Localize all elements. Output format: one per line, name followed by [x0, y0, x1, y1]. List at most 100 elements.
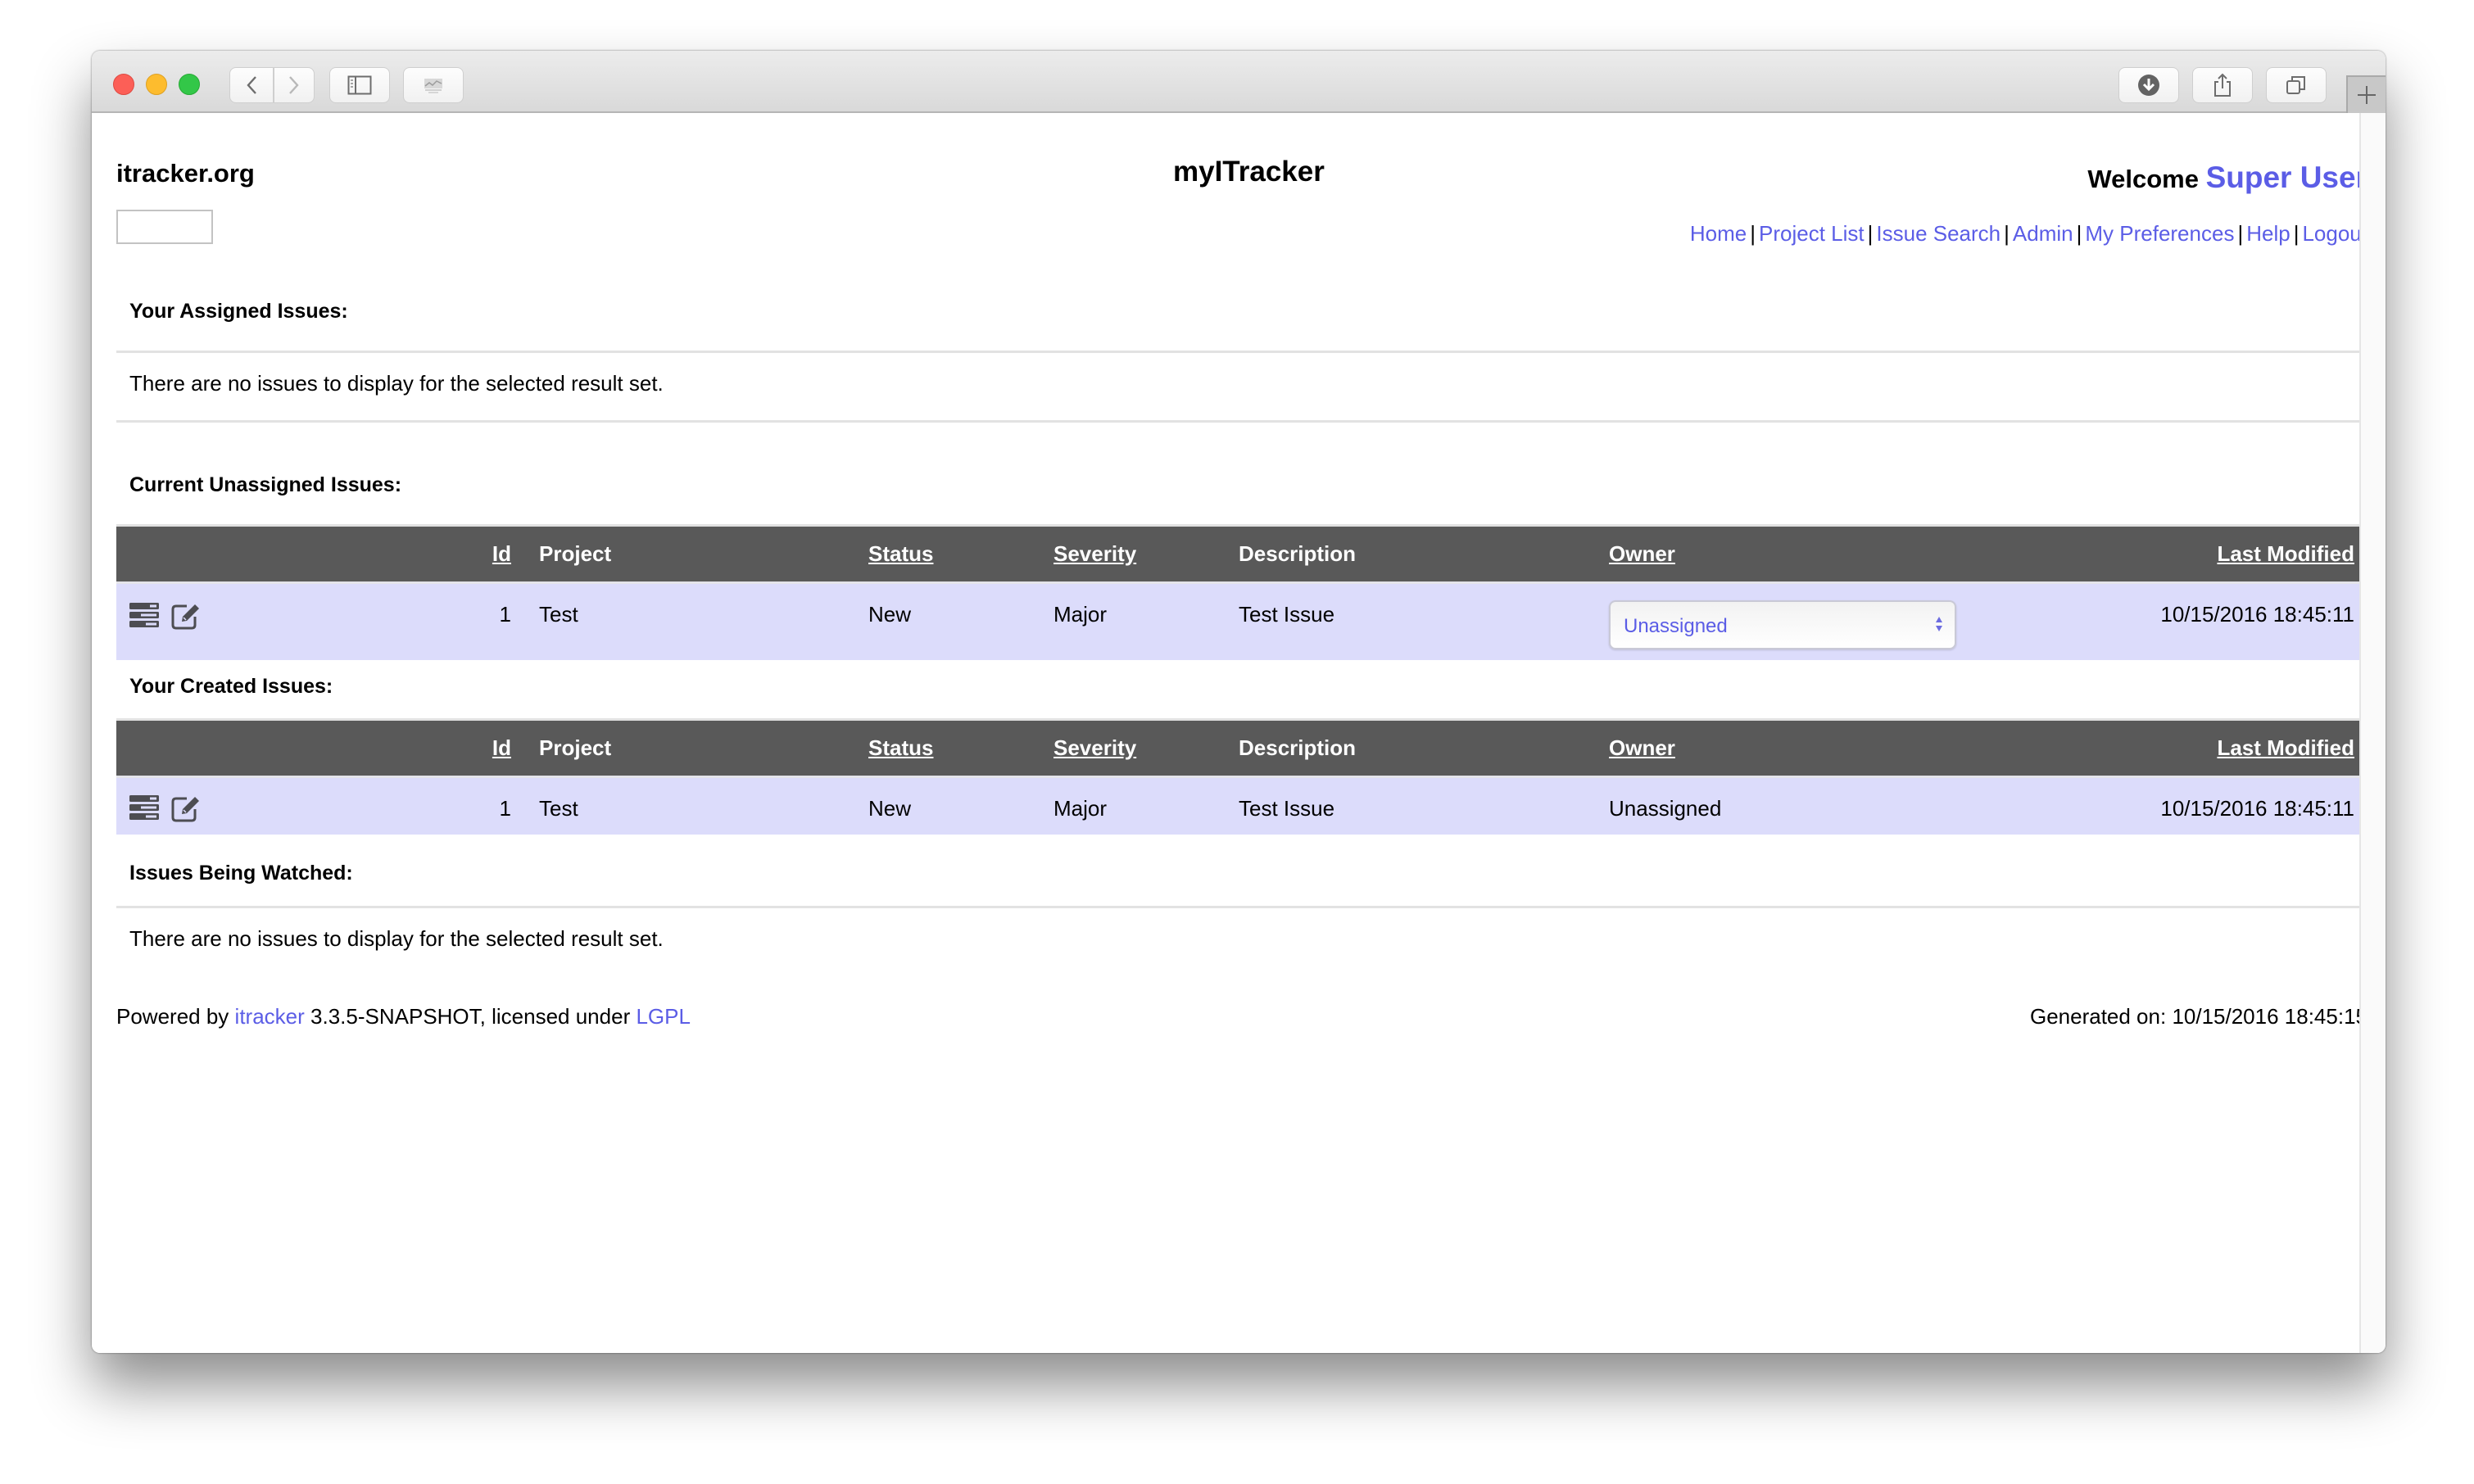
chevron-right-icon [289, 76, 299, 94]
close-window-button[interactable] [113, 74, 134, 95]
section-title: Your Assigned Issues: [129, 300, 348, 323]
id-column-header[interactable]: Id [477, 720, 511, 777]
nav-separator: | [1867, 221, 1874, 246]
nav-admin[interactable]: Admin [2013, 221, 2073, 246]
back-button[interactable] [229, 67, 274, 103]
browser-window: itracker.org myITracker Welcome Super Us… [92, 51, 2386, 1353]
issue-owner-cell: Unassigned [1609, 583, 1966, 660]
id-column-header[interactable]: Id [477, 526, 511, 583]
logo-placeholder [116, 210, 213, 244]
status-column-header[interactable]: Status [868, 720, 1053, 777]
nav-logout[interactable]: Logout [2302, 221, 2359, 246]
issue-id: 1 [499, 602, 511, 627]
issue-last-modified: 10/15/2016 18:45:11 [2160, 602, 2354, 627]
issue-last-modified: 10/15/2016 18:45:11 [2160, 796, 2354, 821]
assigned-issues-section: Your Assigned Issues: There are no issue… [116, 300, 2359, 423]
nav-separator: | [2237, 221, 2244, 246]
row-actions [116, 583, 477, 660]
owner-select[interactable]: Unassigned [1609, 600, 1956, 649]
reader-chart-icon [424, 79, 442, 93]
created-issues-section: Your Created Issues: Id Project Status S… [116, 675, 2359, 835]
sort-by-status-link[interactable]: Status [868, 735, 933, 760]
last-modified-column-header[interactable]: Last Modified [1966, 720, 2359, 777]
issue-status: New [868, 796, 912, 821]
sort-by-severity-link[interactable]: Severity [1053, 541, 1136, 566]
owner-select-value: Unassigned [1624, 615, 1728, 637]
new-tab-button[interactable] [2346, 75, 2386, 113]
actions-column-header [116, 720, 477, 777]
row-actions [116, 777, 477, 835]
browser-toolbar [92, 51, 2386, 113]
severity-column-header[interactable]: Severity [1053, 720, 1239, 777]
sort-by-last-modified-link[interactable]: Last Modified [2217, 735, 2354, 760]
nav-separator: | [2076, 221, 2082, 246]
sort-by-id-link[interactable]: Id [492, 735, 511, 760]
page-content: itracker.org myITracker Welcome Super Us… [92, 113, 2359, 1353]
divider [116, 351, 2359, 353]
issue-severity: Major [1053, 796, 1108, 821]
itracker-link[interactable]: itracker [235, 1004, 305, 1029]
nav-separator: | [2293, 221, 2300, 246]
current-user-name: Super User [2205, 161, 2359, 194]
project-column-header: Project [539, 735, 612, 760]
plus-icon [2358, 86, 2376, 104]
sidebar-icon [347, 75, 372, 95]
site-name: itracker.org [116, 159, 255, 188]
reader-button[interactable] [403, 67, 464, 103]
severity-column-header[interactable]: Severity [1053, 526, 1239, 583]
sort-by-owner-link[interactable]: Owner [1609, 541, 1675, 566]
download-icon [2138, 75, 2159, 96]
section-title: Current Unassigned Issues: [129, 473, 402, 496]
status-column-header[interactable]: Status [868, 526, 1053, 583]
divider [116, 420, 2359, 423]
issue-description: Test Issue [1239, 796, 1335, 821]
unassigned-issues-table: Id Project Status Severity Description O… [116, 524, 2359, 660]
issue-project: Test [539, 796, 578, 821]
nav-issue-search[interactable]: Issue Search [1876, 221, 2000, 246]
nav-separator: | [1750, 221, 1756, 246]
nav-home[interactable]: Home [1690, 221, 1747, 246]
tab-overview-button[interactable] [2266, 67, 2327, 103]
tab-overview-icon [2286, 76, 2305, 94]
issue-description: Test Issue [1239, 602, 1335, 627]
nav-project-list[interactable]: Project List [1759, 221, 1865, 246]
edit-issue-icon[interactable] [170, 602, 202, 636]
table-row: 1 Test New Major Test Issue Unassigned 1… [116, 582, 2359, 660]
sort-by-severity-link[interactable]: Severity [1053, 735, 1136, 760]
divider [116, 906, 2359, 908]
share-button[interactable] [2192, 67, 2253, 103]
last-modified-column-header[interactable]: Last Modified [1966, 526, 2359, 583]
footer-powered-by: Powered by itracker 3.3.5-SNAPSHOT, lice… [116, 1004, 691, 1029]
generated-label: Generated on: [2029, 1004, 2167, 1029]
sort-by-owner-link[interactable]: Owner [1609, 735, 1675, 760]
zoom-window-button[interactable] [179, 74, 200, 95]
share-icon [2214, 73, 2231, 97]
view-issue-icon[interactable] [129, 602, 161, 636]
owner-column-header[interactable]: Owner [1609, 526, 1966, 583]
sort-by-id-link[interactable]: Id [492, 541, 511, 566]
version-text: 3.3.5-SNAPSHOT, licensed under [310, 1004, 631, 1029]
description-column-header: Description [1239, 735, 1357, 760]
created-issues-table: Id Project Status Severity Description O… [116, 718, 2359, 835]
forward-button[interactable] [274, 67, 315, 103]
nav-help[interactable]: Help [2246, 221, 2290, 246]
top-nav: Home | Project List | Issue Search | Admin | My … [1690, 221, 2359, 247]
vertical-scrollbar[interactable] [2359, 113, 2386, 1353]
sort-by-status-link[interactable]: Status [868, 541, 933, 566]
view-issue-icon[interactable] [129, 794, 161, 828]
issue-project: Test [539, 602, 578, 627]
issue-status: New [868, 602, 912, 627]
owner-column-header[interactable]: Owner [1609, 720, 1966, 777]
downloads-button[interactable] [2118, 67, 2179, 103]
powered-by-label: Powered by [116, 1004, 229, 1029]
footer-generated: Generated on: 10/15/2016 18:45:15 [2030, 1004, 2359, 1029]
sort-by-last-modified-link[interactable]: Last Modified [2217, 541, 2354, 566]
table-header-row: Id Project Status Severity Description O… [116, 525, 2359, 583]
edit-issue-icon[interactable] [170, 794, 202, 828]
nav-my-preferences[interactable]: My Preferences [2085, 221, 2234, 246]
sidebar-toggle-button[interactable] [329, 67, 390, 103]
page-title: myITracker [1173, 156, 1325, 188]
lgpl-link[interactable]: LGPL [636, 1004, 691, 1029]
minimize-window-button[interactable] [146, 74, 167, 95]
watched-issues-section: Issues Being Watched: There are no issue… [116, 862, 2359, 952]
